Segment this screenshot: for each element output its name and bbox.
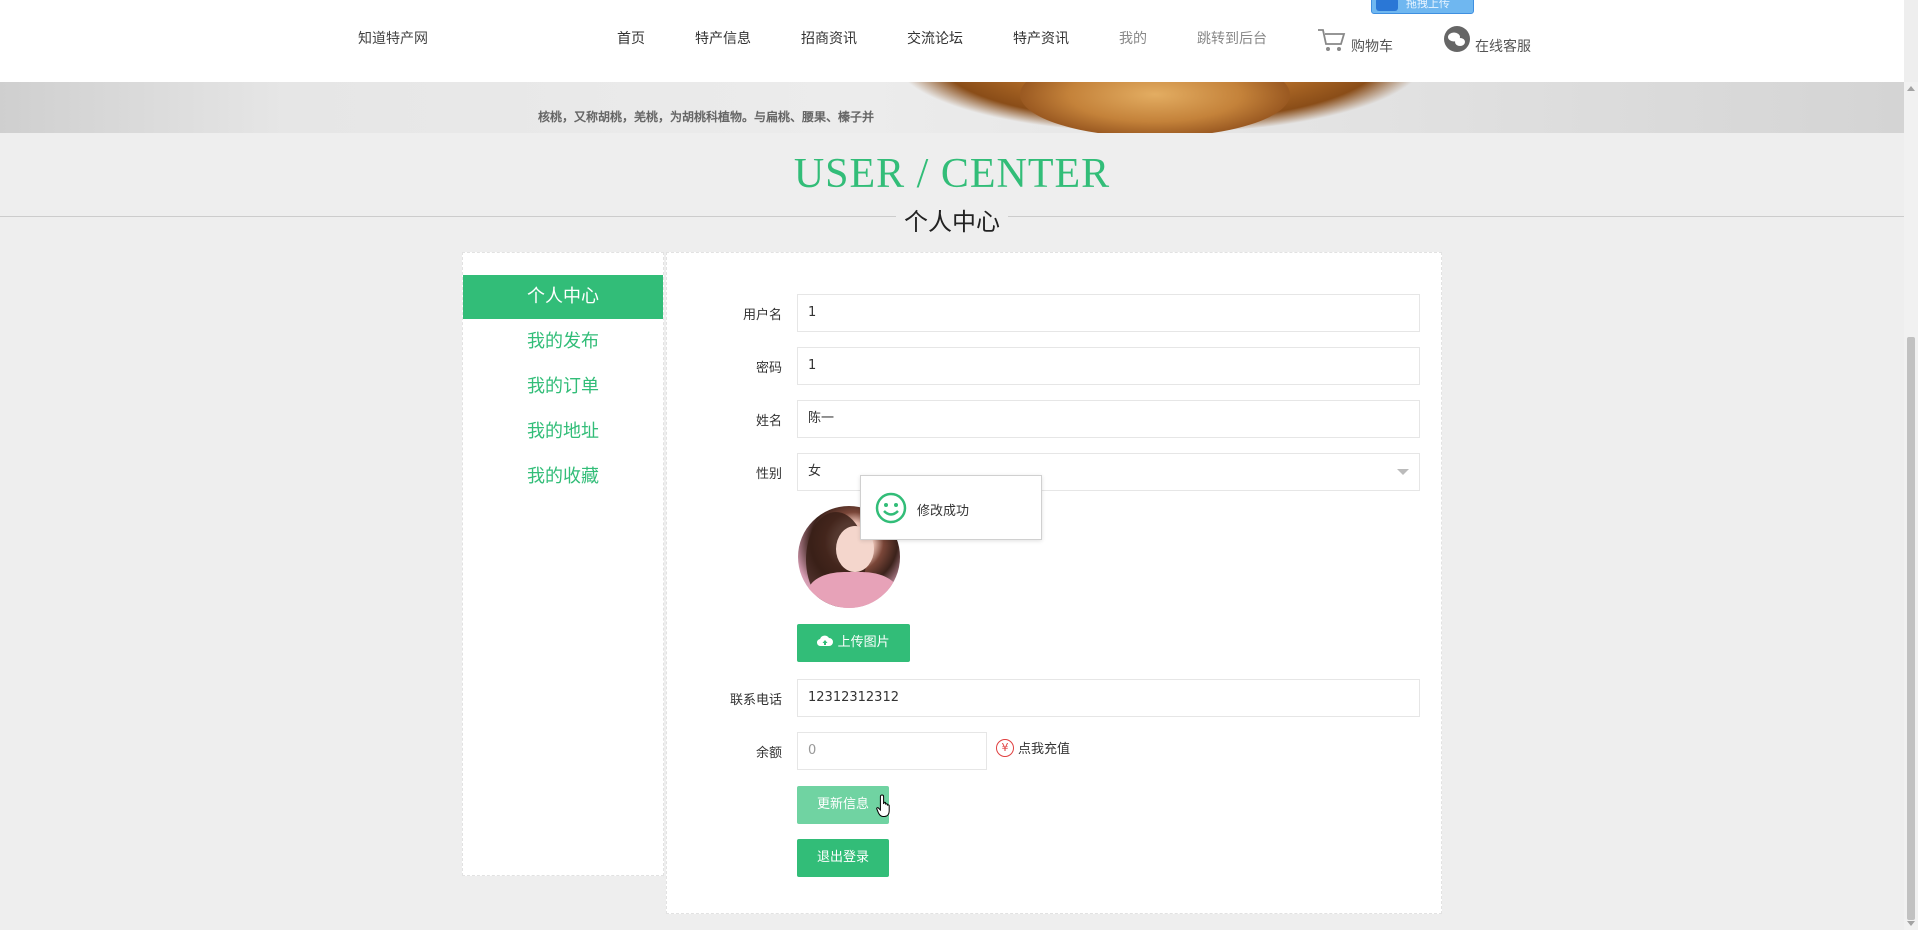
toast-message: 修改成功 — [917, 504, 970, 519]
nav-investment-news[interactable]: 招商资讯 — [801, 28, 857, 48]
nav-admin[interactable]: 跳转到后台 — [1197, 28, 1267, 48]
nav-specialty-news[interactable]: 特产资讯 — [1013, 28, 1069, 48]
recharge-link[interactable]: ¥ 点我充值 — [996, 738, 1070, 757]
cloud-upload-icon — [817, 635, 834, 647]
scroll-thumb[interactable] — [1907, 337, 1915, 920]
phone-input[interactable]: 12312312312 — [797, 679, 1420, 717]
name-input[interactable]: 陈一 — [797, 400, 1420, 438]
upload-image-button[interactable]: 上传图片 — [797, 624, 910, 662]
logout-button[interactable]: 退出登录 — [797, 839, 889, 877]
banner-text: 核桃，又称胡桃，羌桃，为胡桃科植物。与扁桃、腰果、榛子并 — [538, 110, 875, 124]
sidebar-item-my-posts[interactable]: 我的发布 — [463, 320, 663, 364]
scroll-up-icon[interactable] — [1907, 86, 1915, 91]
smile-icon — [875, 492, 907, 524]
username-label: 用户名 — [742, 308, 782, 323]
link-icon — [1376, 0, 1398, 11]
sidebar-item-my-favorites[interactable]: 我的收藏 — [463, 455, 663, 499]
nav-home[interactable]: 首页 — [617, 28, 645, 48]
chevron-down-icon — [1397, 469, 1409, 475]
hand-cursor-icon — [876, 794, 890, 817]
cart-icon — [1318, 29, 1346, 51]
sidebar-item-user-center[interactable]: 个人中心 — [463, 275, 663, 319]
drag-upload-badge[interactable]: 拖拽上传 — [1371, 0, 1474, 14]
nav-specialty-info[interactable]: 特产信息 — [695, 28, 751, 48]
drag-upload-label: 拖拽上传 — [1406, 0, 1450, 10]
wechat-icon — [1444, 26, 1470, 52]
banner: 核桃，又称胡桃，羌桃，为胡桃科植物。与扁桃、腰果、榛子并 — [0, 82, 1904, 133]
password-label: 密码 — [755, 361, 782, 376]
balance-input[interactable]: 0 — [797, 732, 987, 770]
recharge-label: 点我充值 — [1018, 742, 1071, 757]
password-input[interactable]: 1 — [797, 347, 1420, 385]
balance-label: 余额 — [755, 746, 782, 761]
cart-label: 购物车 — [1351, 39, 1393, 55]
page-title-en: USER / CENTER — [793, 151, 1111, 197]
username-input[interactable]: 1 — [797, 294, 1420, 332]
yen-icon: ¥ — [996, 738, 1014, 757]
scroll-down-icon[interactable] — [1907, 921, 1915, 926]
cart-link[interactable]: 购物车 — [1317, 24, 1393, 56]
upload-image-label: 上传图片 — [837, 635, 890, 650]
service-label: 在线客服 — [1475, 39, 1531, 55]
top-header: 知道特产网 首页 特产信息 招商资讯 交流论坛 特产资讯 我的 跳转到后台 购物… — [0, 0, 1904, 82]
gender-label: 性别 — [755, 467, 782, 482]
success-toast: 修改成功 — [860, 475, 1042, 540]
phone-label: 联系电话 — [729, 693, 782, 708]
sidebar-item-my-orders[interactable]: 我的订单 — [463, 365, 663, 409]
nav-forum[interactable]: 交流论坛 — [907, 28, 963, 48]
page-title-cn-wrapper: 个人中心 — [0, 202, 1904, 237]
site-name[interactable]: 知道特产网 — [358, 28, 428, 48]
nav-mine[interactable]: 我的 — [1119, 28, 1147, 48]
page-scrollbar[interactable] — [1904, 82, 1918, 930]
sidebar-item-my-addresses[interactable]: 我的地址 — [463, 410, 663, 454]
name-label: 姓名 — [755, 414, 782, 429]
user-sidebar: 个人中心 我的发布 我的订单 我的地址 我的收藏 — [462, 252, 664, 876]
page-title-cn: 个人中心 — [896, 202, 1008, 237]
online-service-link[interactable]: 在线客服 — [1443, 24, 1531, 56]
gender-selected-value: 女 — [808, 464, 822, 479]
